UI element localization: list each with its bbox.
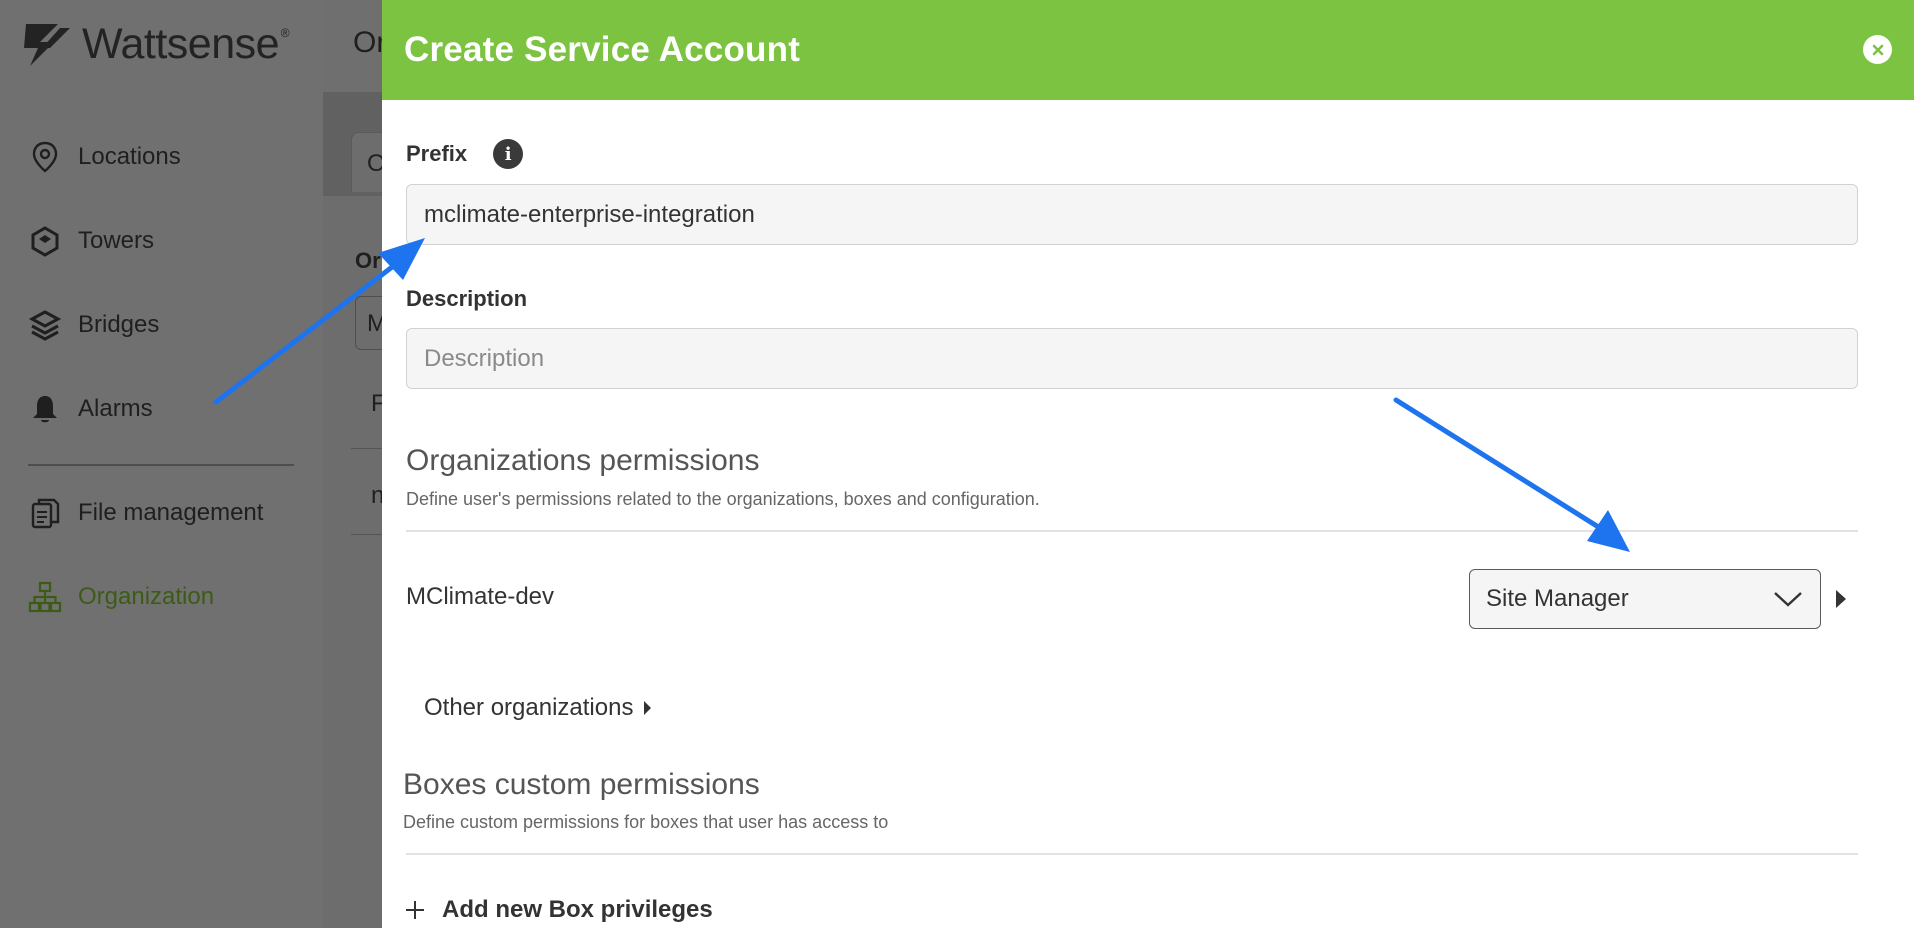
box-permissions-subtitle: Define custom permissions for boxes that… xyxy=(403,812,889,832)
caret-right-icon xyxy=(644,701,652,715)
sidebar-item-label: Alarms xyxy=(78,395,153,422)
role-select[interactable]: Site Manager xyxy=(1469,569,1821,629)
box-permissions-title: Boxes custom permissions xyxy=(403,768,760,801)
sidebar-item-label: File management xyxy=(78,499,264,526)
sidebar-item-organization[interactable]: Organization xyxy=(28,580,214,614)
sidebar-item-file-management[interactable]: File management xyxy=(28,496,263,530)
prefix-label: Prefix i xyxy=(406,139,524,169)
sidebar-divider xyxy=(28,464,294,466)
tower-icon xyxy=(31,226,59,257)
info-icon[interactable]: i xyxy=(493,139,524,169)
sidebar-item-label: Locations xyxy=(78,143,181,170)
wattsense-logo-icon xyxy=(24,24,70,66)
org-permissions-subtitle: Define user's permissions related to the… xyxy=(406,489,1040,509)
sidebar-item-alarms[interactable]: Alarms xyxy=(28,392,153,426)
close-button[interactable] xyxy=(1863,35,1892,64)
section-divider xyxy=(406,530,1858,532)
sidebar-item-towers[interactable]: Towers xyxy=(28,224,154,258)
sidebar-item-label: Bridges xyxy=(78,311,160,338)
modal-title: Create Service Account xyxy=(404,30,801,69)
background-label: Or xyxy=(355,248,381,273)
sidebar-item-locations[interactable]: Locations xyxy=(28,140,181,174)
sidebar: Wattsense ® Locations Towers Bridges Ala… xyxy=(0,0,323,928)
sidebar-item-label: Towers xyxy=(78,227,155,254)
bell-icon xyxy=(33,396,57,423)
sidebar-item-bridges[interactable]: Bridges xyxy=(28,308,159,342)
org-permissions-title: Organizations permissions xyxy=(406,444,760,477)
plus-icon xyxy=(406,901,424,919)
sidebar-item-label: Organization xyxy=(78,583,215,610)
chevron-down-icon xyxy=(1774,592,1802,607)
close-icon xyxy=(1872,44,1883,55)
bridge-icon xyxy=(28,310,62,341)
brand-name: Wattsense ® xyxy=(82,19,290,68)
other-organizations-toggle[interactable]: Other organizations xyxy=(424,694,652,722)
description-label: Description xyxy=(406,286,527,312)
prefix-input[interactable]: mclimate-enterprise-integration xyxy=(406,184,1858,245)
role-select-value: Site Manager xyxy=(1486,585,1629,612)
description-input[interactable]: Description xyxy=(406,328,1858,389)
modal-header: Create Service Account xyxy=(382,0,1914,100)
other-organizations-label: Other organizations xyxy=(424,694,634,721)
prefix-label-text: Prefix xyxy=(406,141,468,166)
files-icon xyxy=(31,498,60,529)
location-pin-icon xyxy=(32,141,58,173)
wattsense-logo: Wattsense ® xyxy=(20,18,290,70)
add-box-privileges-label: Add new Box privileges xyxy=(442,896,713,923)
add-box-privileges-button[interactable]: Add new Box privileges xyxy=(404,896,713,924)
description-label-text: Description xyxy=(406,286,528,311)
org-name: MClimate-dev xyxy=(406,583,555,610)
org-chart-icon xyxy=(28,581,62,613)
create-service-account-modal: Create Service Account Prefix i mclimate… xyxy=(382,0,1914,928)
caret-right-icon[interactable] xyxy=(1834,588,1848,610)
section-divider xyxy=(406,853,1858,855)
